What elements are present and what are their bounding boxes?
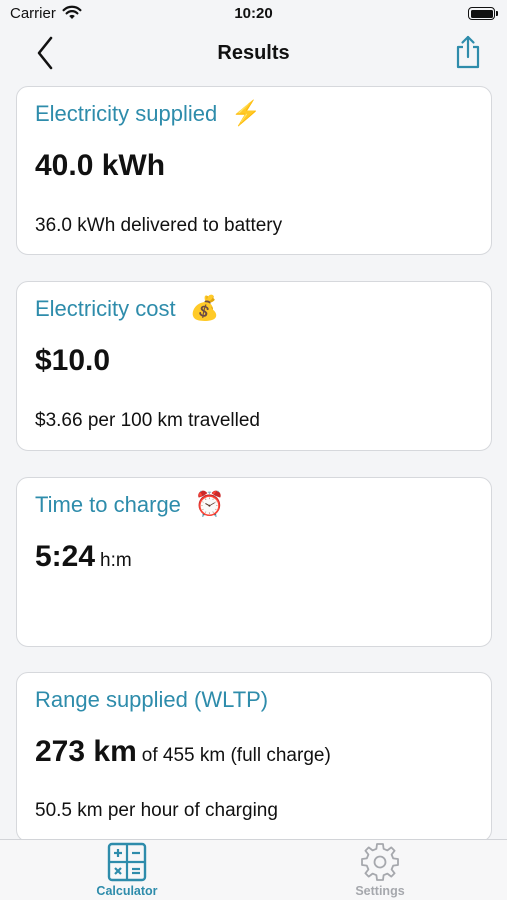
electricity-supplied-card: Electricity supplied ⚡ 40.0 kWh 36.0 kWh… xyxy=(16,86,492,255)
electricity-supplied-title: Electricity supplied xyxy=(35,101,218,126)
tab-settings-label: Settings xyxy=(355,884,405,898)
battery-icon xyxy=(468,7,498,20)
time-to-charge-card: Time to charge ⏰ 5:24 h:m xyxy=(16,477,492,647)
time-to-charge-amount: 5:24 xyxy=(35,540,96,573)
card-title: Time to charge ⏰ xyxy=(35,492,225,518)
card-title: Electricity supplied ⚡ xyxy=(35,101,261,127)
electricity-supplied-detail: 36.0 kWh delivered to battery xyxy=(35,215,283,236)
money-bag-icon: 💰 xyxy=(189,295,220,322)
electricity-cost-value: $10.0 xyxy=(35,344,111,377)
card-title: Electricity cost 💰 xyxy=(35,296,219,322)
tab-calculator[interactable]: Calculator xyxy=(72,842,182,900)
page-title: Results xyxy=(217,42,290,64)
electricity-cost-title: Electricity cost xyxy=(35,296,176,321)
tab-calculator-label: Calculator xyxy=(96,884,158,898)
share-icon xyxy=(456,35,480,69)
time-to-charge-unit: h:m xyxy=(100,550,132,571)
range-supplied-title: Range supplied (WLTP) xyxy=(35,687,269,712)
navigation-bar: Results xyxy=(0,30,507,76)
alarm-clock-icon: ⏰ xyxy=(194,491,225,518)
card-title: Range supplied (WLTP) xyxy=(35,687,268,713)
share-button[interactable] xyxy=(453,34,483,70)
tab-bar: Calculator Settings xyxy=(0,839,507,900)
electricity-cost-card: Electricity cost 💰 $10.0 $3.66 per 100 k… xyxy=(16,281,492,451)
status-time: 10:20 xyxy=(234,5,273,22)
range-supplied-card: Range supplied (WLTP) 273 km of 455 km (f… xyxy=(16,672,492,842)
electricity-supplied-value: 40.0 kWh xyxy=(35,149,166,182)
status-bar: Carrier 10:20 xyxy=(0,0,507,30)
range-supplied-detail: 50.5 km per hour of charging xyxy=(35,800,278,821)
range-supplied-suffix: of 455 km (full charge) xyxy=(141,745,331,766)
lightning-icon: ⚡ xyxy=(231,100,262,127)
range-supplied-amount: 273 km xyxy=(35,735,137,768)
time-to-charge-title: Time to charge xyxy=(35,492,181,517)
calculator-icon xyxy=(107,842,147,882)
time-to-charge-value: 5:24 h:m xyxy=(35,540,132,574)
gear-icon xyxy=(361,843,399,881)
electricity-cost-detail: $3.66 per 100 km travelled xyxy=(35,410,260,431)
tab-settings[interactable]: Settings xyxy=(325,842,435,900)
range-supplied-value: 273 km of 455 km (full charge) xyxy=(35,735,331,769)
